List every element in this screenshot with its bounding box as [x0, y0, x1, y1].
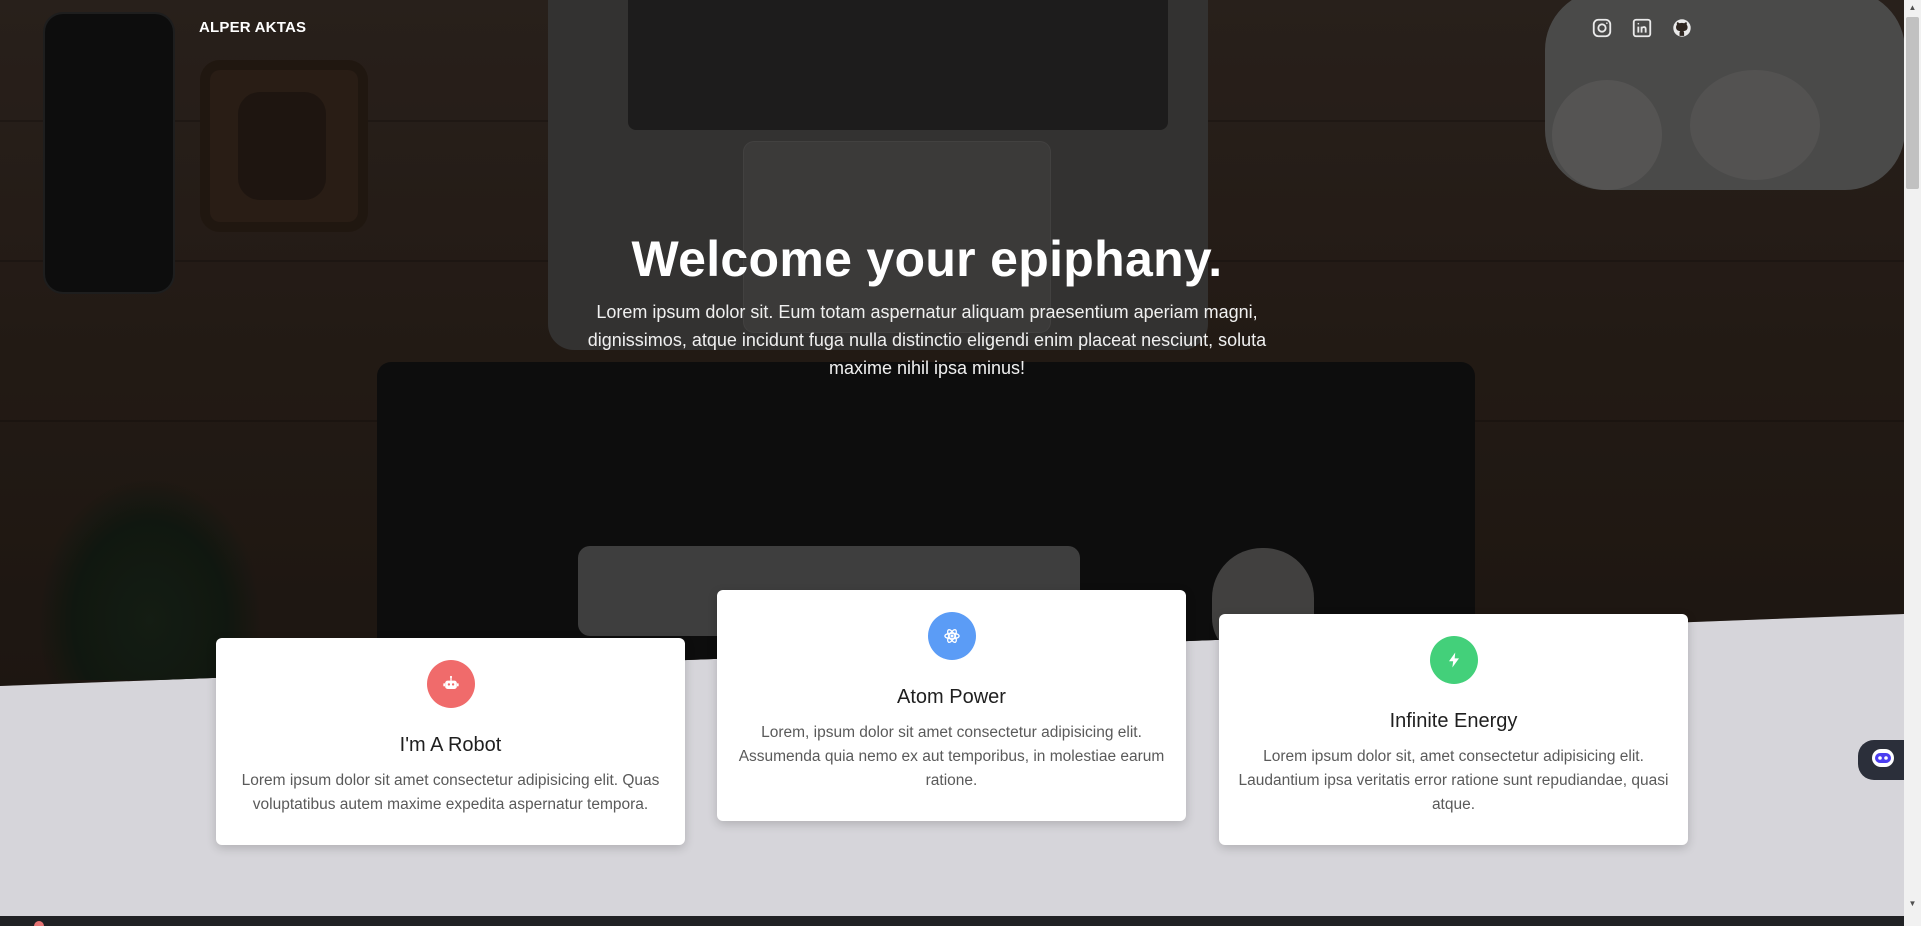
brand-logo[interactable]: ALPER AKTAS [199, 19, 306, 36]
lightning-icon [1429, 636, 1478, 684]
assistant-icon [1870, 746, 1896, 775]
hero-subtitle: Lorem ipsum dolor sit. Eum totam asperna… [587, 302, 1267, 378]
atom-icon [927, 612, 976, 660]
vertical-scrollbar[interactable]: ▲ ▼ [1904, 0, 1921, 926]
card-text: Lorem, ipsum dolor sit amet consectetur … [738, 724, 1165, 789]
card-text: Lorem ipsum dolor sit, amet consectetur … [1238, 748, 1669, 813]
github-icon [1671, 17, 1693, 39]
hero-title: Welcome your epiphany. [631, 231, 1223, 287]
scroll-up-arrow-icon[interactable]: ▲ [1908, 3, 1917, 12]
card-title: I'm A Robot [399, 734, 502, 756]
card-title: Atom Power [897, 686, 1006, 708]
instagram-link[interactable] [1591, 17, 1613, 39]
card-title: Infinite Energy [1389, 710, 1518, 732]
scrollbar-thumb[interactable] [1906, 17, 1919, 189]
github-link[interactable] [1671, 17, 1693, 39]
feature-card-energy: Infinite Energy Lorem ipsum dolor sit, a… [1219, 614, 1688, 845]
linkedin-icon [1631, 17, 1653, 39]
chat-assistant-button[interactable] [1858, 740, 1908, 780]
card-text: Lorem ipsum dolor sit amet consectetur a… [241, 772, 660, 813]
linkedin-link[interactable] [1631, 17, 1653, 39]
taskbar-app-icon[interactable] [34, 921, 44, 926]
instagram-icon [1591, 17, 1613, 39]
bottom-taskbar-strip [0, 916, 1904, 926]
robot-icon [426, 660, 475, 708]
scroll-down-arrow-icon[interactable]: ▼ [1908, 899, 1917, 908]
feature-card-robot: I'm A Robot Lorem ipsum dolor sit amet c… [216, 638, 685, 845]
feature-card-atom: Atom Power Lorem, ipsum dolor sit amet c… [717, 590, 1186, 821]
